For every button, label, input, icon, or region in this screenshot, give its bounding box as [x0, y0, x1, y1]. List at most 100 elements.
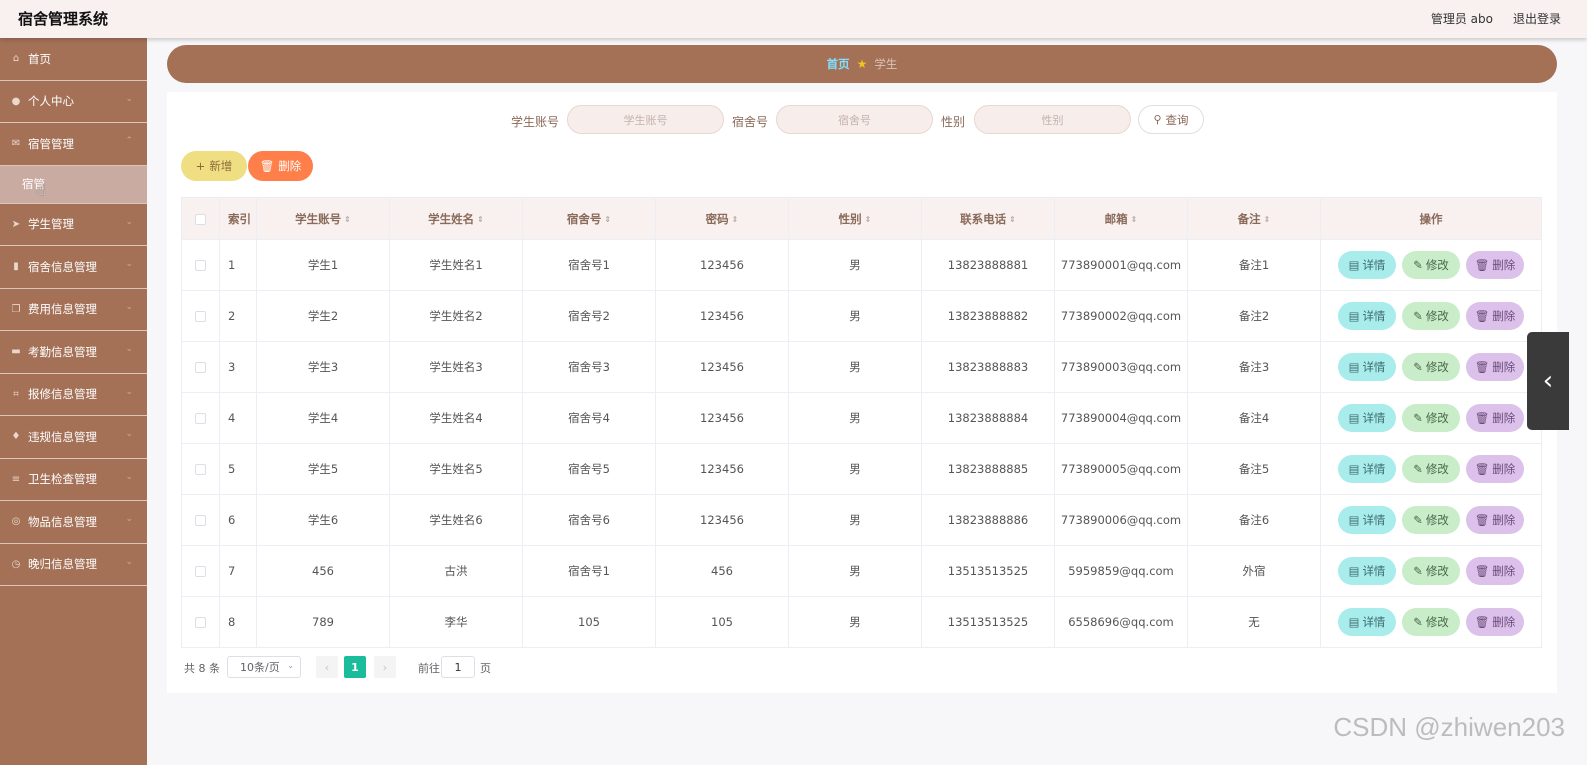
delete-button[interactable]: 🗑 删除 — [1466, 506, 1524, 534]
detail-label: 详情 — [1362, 564, 1386, 578]
trash-icon: 🗑 — [1474, 411, 1490, 425]
sidebar-item-fees[interactable]: ❐ 费用信息管理 ⌄ — [0, 289, 147, 331]
drawer-toggle-button[interactable]: ‹ — [1527, 332, 1569, 430]
row-dorm: 宿舍号6 — [522, 494, 656, 546]
sidebar-item-label: 宿舍信息管理 — [28, 259, 97, 274]
sidebar-item-attendance[interactable]: ▬ 考勤信息管理 ⌄ — [0, 331, 147, 374]
sidebar-item-students[interactable]: ➤ 学生管理 ⌄ — [0, 204, 147, 246]
logout-button[interactable]: 退出登录 — [1513, 10, 1561, 27]
col-gender[interactable]: 性别 ⇕ — [788, 197, 922, 240]
sidebar-item-label: 物品信息管理 — [28, 514, 97, 529]
row-remark: 备注3 — [1187, 341, 1321, 393]
detail-button[interactable]: ▤ 详情 — [1338, 506, 1396, 534]
sidebar-item-dorm-info[interactable]: ▮ 宿舍信息管理 ⌄ — [0, 246, 147, 289]
row-checkbox[interactable] — [195, 413, 206, 424]
query-button[interactable]: ⚲ 查询 — [1138, 105, 1204, 134]
sidebar-item-home[interactable]: ⌂ 首页 — [0, 38, 147, 81]
delete-button[interactable]: 🗑 删除 — [1466, 251, 1524, 279]
sort-icon[interactable]: ⇕ — [1009, 215, 1016, 224]
col-email[interactable]: 邮箱 ⇕ — [1054, 197, 1188, 240]
select-all-checkbox[interactable] — [195, 213, 206, 225]
sort-icon[interactable]: ⇕ — [1131, 215, 1138, 224]
row-checkbox[interactable] — [195, 464, 206, 475]
col-account[interactable]: 学生账号 ⇕ — [256, 197, 390, 240]
delete-button[interactable]: 🗑 删除 — [1466, 404, 1524, 432]
delete-button[interactable]: 🗑 删除 — [1466, 455, 1524, 483]
star-icon: ★ — [856, 57, 868, 71]
add-button[interactable]: + 新增 — [181, 151, 247, 181]
row-checkbox[interactable] — [195, 311, 206, 322]
sidebar-item-profile[interactable]: ● 个人中心 ⌄ — [0, 81, 147, 123]
edit-button[interactable]: ✎ 修改 — [1402, 608, 1460, 636]
sort-icon[interactable]: ⇕ — [477, 215, 484, 224]
batch-delete-button[interactable]: 🗑 删除 — [248, 151, 313, 181]
sidebar-item-items[interactable]: ◎ 物品信息管理 ⌄ — [0, 501, 147, 544]
row-checkbox[interactable] — [195, 515, 206, 526]
top-header: 宿舍管理系统 管理员 abo 退出登录 — [0, 0, 1587, 38]
detail-button[interactable]: ▤ 详情 — [1338, 251, 1396, 279]
sort-icon[interactable]: ⇕ — [732, 215, 739, 224]
delete-button[interactable]: 🗑 删除 — [1466, 557, 1524, 585]
detail-button[interactable]: ▤ 详情 — [1338, 608, 1396, 636]
detail-button[interactable]: ▤ 详情 — [1338, 353, 1396, 381]
detail-button[interactable]: ▤ 详情 — [1338, 455, 1396, 483]
sort-icon[interactable]: ⇕ — [604, 215, 611, 224]
col-remark[interactable]: 备注 ⇕ — [1187, 197, 1321, 240]
account-search-input[interactable]: 学生账号 — [567, 105, 724, 134]
col-phone[interactable]: 联系电话 ⇕ — [921, 197, 1055, 240]
trash-icon: 🗑 — [1474, 309, 1490, 323]
row-account: 学生6 — [256, 494, 390, 546]
sort-icon[interactable]: ⇕ — [344, 215, 351, 224]
delete-button[interactable]: 🗑 删除 — [1466, 353, 1524, 381]
query-button-label: 查询 — [1165, 112, 1189, 127]
edit-button[interactable]: ✎ 修改 — [1402, 557, 1460, 585]
edit-button[interactable]: ✎ 修改 — [1402, 404, 1460, 432]
row-actions: ▤ 详情 ✎ 修改 🗑 删除 — [1320, 443, 1542, 495]
page-size-select[interactable]: 10条/页 ⌄ — [227, 656, 301, 678]
detail-button[interactable]: ▤ 详情 — [1338, 557, 1396, 585]
goto-page-input[interactable]: 1 — [441, 656, 475, 678]
dorm-search-input[interactable]: 宿舍号 — [776, 105, 933, 134]
sidebar-item-hygiene[interactable]: ≡ 卫生检查管理 ⌄ — [0, 459, 147, 501]
chart-icon: ▮ — [13, 261, 19, 273]
row-gender: 男 — [788, 239, 922, 291]
sidebar-item-late-return[interactable]: ◷ 晚归信息管理 ⌄ — [0, 544, 147, 586]
delete-button[interactable]: 🗑 删除 — [1466, 608, 1524, 636]
edit-button[interactable]: ✎ 修改 — [1402, 455, 1460, 483]
edit-button[interactable]: ✎ 修改 — [1402, 251, 1460, 279]
row-checkbox[interactable] — [195, 362, 206, 373]
delete-button[interactable]: 🗑 删除 — [1466, 302, 1524, 330]
edit-button[interactable]: ✎ 修改 — [1402, 506, 1460, 534]
row-email: 773890003@qq.com — [1054, 341, 1188, 393]
row-phone: 13823888885 — [921, 443, 1055, 495]
detail-button[interactable]: ▤ 详情 — [1338, 302, 1396, 330]
col-password[interactable]: 密码 ⇕ — [655, 197, 789, 240]
breadcrumb-home[interactable]: 首页 — [827, 56, 850, 72]
page-number-current[interactable]: 1 — [344, 656, 366, 678]
detail-button[interactable]: ▤ 详情 — [1338, 404, 1396, 432]
prev-page-button[interactable]: ‹ — [316, 656, 338, 678]
sort-icon[interactable]: ⇕ — [1264, 215, 1271, 224]
row-checkbox[interactable] — [195, 566, 206, 577]
sidebar-item-label: 费用信息管理 — [28, 302, 97, 317]
chevron-down-icon: ⌄ — [125, 514, 133, 524]
gender-search-input[interactable]: 性别 — [974, 105, 1131, 134]
row-index: 4 — [219, 392, 257, 444]
row-checkbox[interactable] — [195, 617, 206, 628]
edit-button[interactable]: ✎ 修改 — [1402, 302, 1460, 330]
col-label: 学生姓名 — [428, 211, 475, 226]
col-name[interactable]: 学生姓名 ⇕ — [389, 197, 523, 240]
next-page-button[interactable]: › — [374, 656, 396, 678]
sidebar-item-repairs[interactable]: ⌗ 报修信息管理 ⌄ — [0, 374, 147, 416]
sidebar-item-violations[interactable]: ♦ 违规信息管理 ⌄ — [0, 416, 147, 459]
row-select-cell — [181, 545, 220, 597]
edit-button[interactable]: ✎ 修改 — [1402, 353, 1460, 381]
table-row: 3 学生3 学生姓名3 宿舍号3 123456 男 13823888883 773890003… — [181, 341, 1542, 393]
sort-icon[interactable]: ⇕ — [865, 215, 872, 224]
mail-icon: ✉ — [11, 138, 21, 150]
sidebar-item-dorm-admin[interactable]: ✉ 宿管管理 ⌃ — [0, 123, 147, 166]
row-checkbox[interactable] — [195, 260, 206, 271]
col-dorm[interactable]: 宿舍号 ⇕ — [522, 197, 656, 240]
sidebar-subitem-dorm-admin[interactable]: 宿管 ☝ — [0, 165, 147, 204]
row-account: 学生2 — [256, 290, 390, 342]
